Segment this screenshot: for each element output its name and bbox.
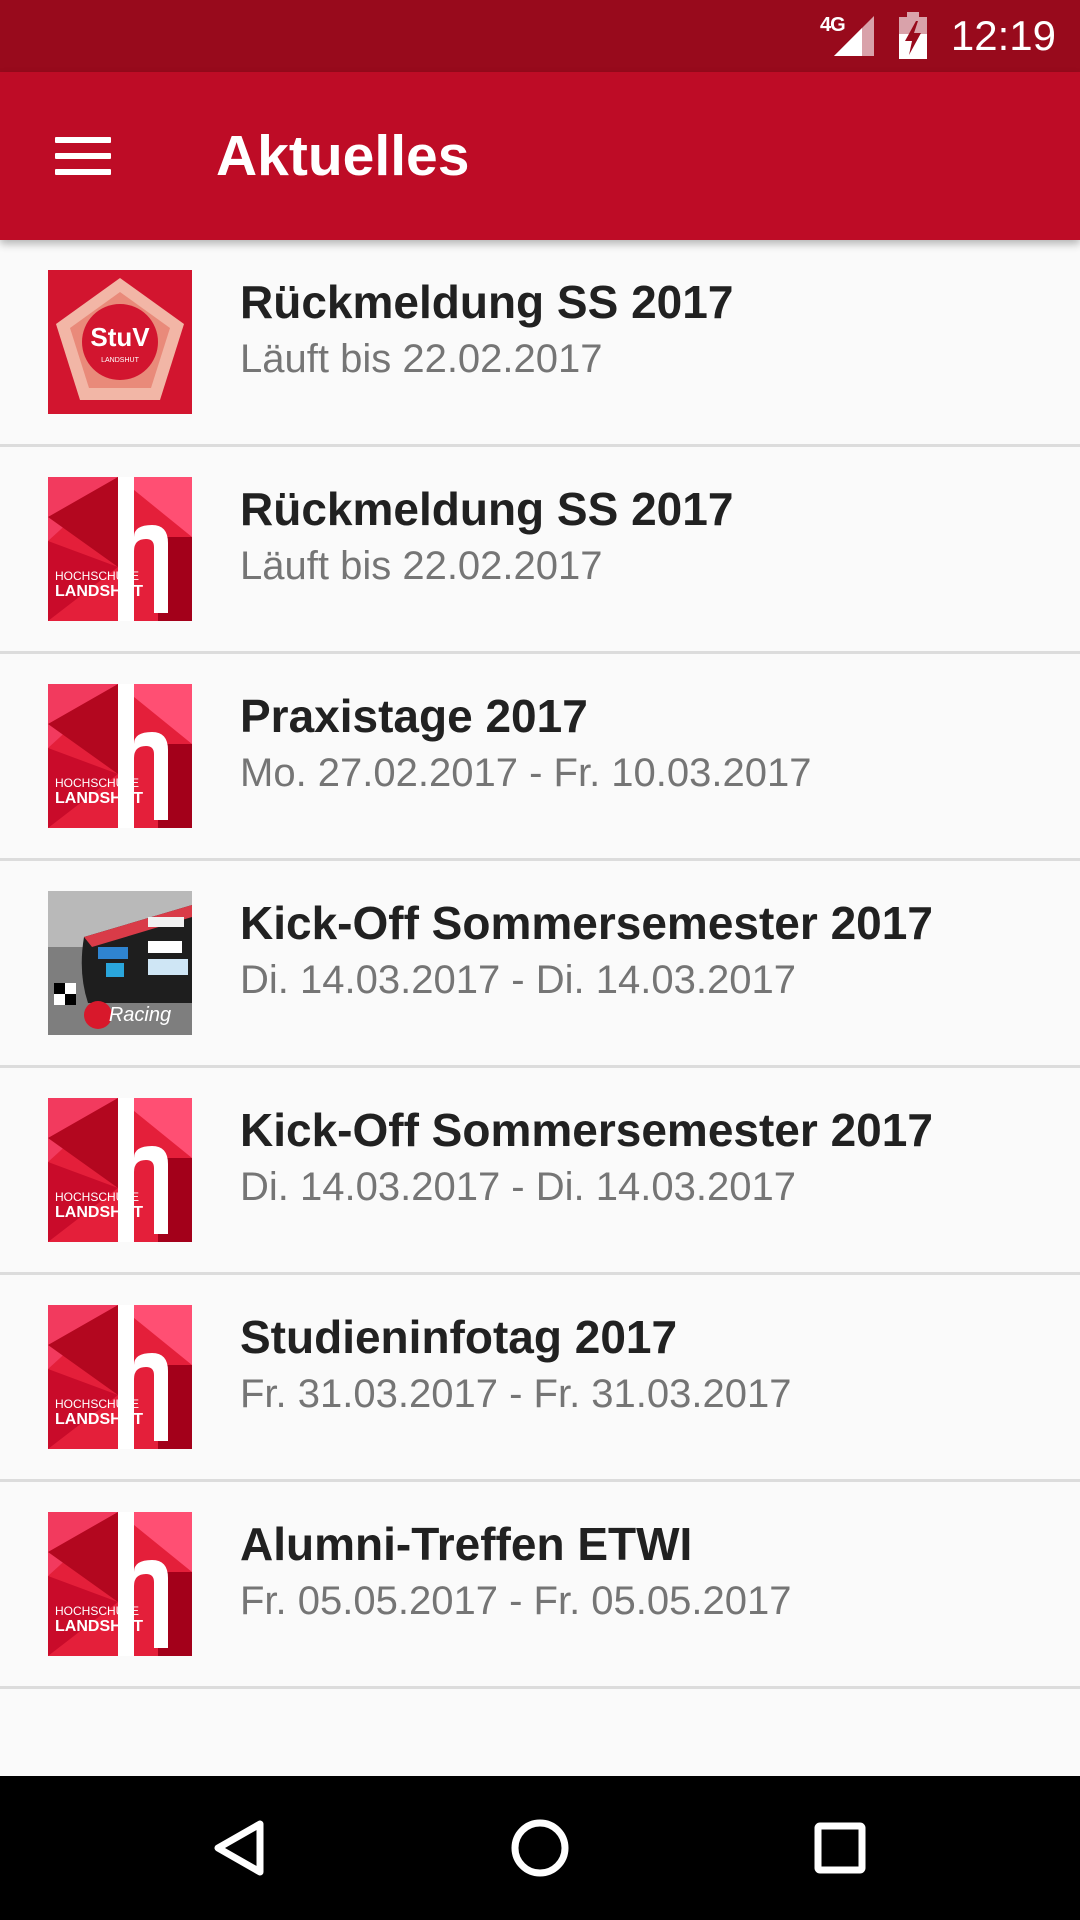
status-bar: 4G 12:19 — [0, 0, 1080, 72]
list-item[interactable]: StuV LANDSHUT Rückmeldung SS 2017 Läuft b… — [0, 240, 1080, 447]
recents-icon[interactable] — [790, 1798, 890, 1898]
item-subtitle: Läuft bis 22.02.2017 — [240, 544, 603, 588]
item-title: Alumni-Treffen ETWI — [240, 1518, 693, 1570]
item-subtitle: Di. 14.03.2017 - Di. 14.03.2017 — [240, 958, 796, 1002]
item-title: Praxistage 2017 — [240, 690, 588, 742]
svg-text:LANDSHUT: LANDSHUT — [55, 1618, 143, 1635]
svg-text:Racing: Racing — [109, 1004, 171, 1026]
item-title: Studieninfotag 2017 — [240, 1311, 678, 1363]
hochschule-landshut-logo: HOCHSCHULE LANDSHUT — [48, 1305, 192, 1449]
stuv-logo: StuV LANDSHUT — [48, 270, 192, 414]
item-subtitle: Fr. 05.05.2017 - Fr. 05.05.2017 — [240, 1579, 792, 1623]
list-item[interactable]: Racing Kick-Off Sommersemester 2017 Di. 1… — [0, 861, 1080, 1068]
svg-text:LANDSHUT: LANDSHUT — [55, 1204, 143, 1221]
list-item[interactable]: HOCHSCHULE LANDSHUT Studieninfotag 2017 F… — [0, 1275, 1080, 1482]
svg-text:LANDSHUT: LANDSHUT — [55, 790, 143, 807]
app-bar: Aktuelles — [0, 72, 1080, 240]
hochschule-landshut-logo: HOCHSCHULE LANDSHUT — [48, 1098, 192, 1242]
list-item[interactable]: HOCHSCHULE LANDSHUT Alumni-Treffen ETWI F… — [0, 1482, 1080, 1689]
hamburger-menu-icon[interactable] — [30, 102, 138, 210]
item-title: Kick-Off Sommersemester 2017 — [240, 1104, 933, 1156]
item-subtitle: Di. 14.03.2017 - Di. 14.03.2017 — [240, 1165, 796, 1209]
item-subtitle: Mo. 27.02.2017 - Fr. 10.03.2017 — [240, 751, 812, 795]
hochschule-landshut-logo: HOCHSCHULE LANDSHUT — [48, 1512, 192, 1656]
svg-text:LANDSHUT: LANDSHUT — [55, 583, 143, 600]
hochschule-landshut-logo: HOCHSCHULE LANDSHUT — [48, 684, 192, 828]
svg-text:HOCHSCHULE: HOCHSCHULE — [55, 1604, 139, 1618]
item-title: Rückmeldung SS 2017 — [240, 276, 734, 328]
svg-text:HOCHSCHULE: HOCHSCHULE — [55, 1397, 139, 1411]
item-subtitle: Fr. 31.03.2017 - Fr. 31.03.2017 — [240, 1372, 792, 1416]
svg-text:LANDSHUT: LANDSHUT — [55, 1411, 143, 1428]
svg-text:LANDSHUT: LANDSHUT — [101, 357, 139, 364]
svg-text:HOCHSCHULE: HOCHSCHULE — [55, 776, 139, 790]
system-navigation-bar — [0, 1776, 1080, 1920]
item-title: Kick-Off Sommersemester 2017 — [240, 897, 933, 949]
item-subtitle: Läuft bis 22.02.2017 — [240, 337, 603, 381]
svg-text:HOCHSCHULE: HOCHSCHULE — [55, 1190, 139, 1204]
svg-text:HOCHSCHULE: HOCHSCHULE — [55, 569, 139, 583]
list-item[interactable]: HOCHSCHULE LANDSHUT Praxistage 2017 Mo. 2… — [0, 654, 1080, 861]
item-title: Rückmeldung SS 2017 — [240, 483, 734, 535]
home-icon[interactable] — [490, 1798, 590, 1898]
page-title: Aktuelles — [216, 124, 470, 188]
list-item[interactable]: HOCHSCHULE LANDSHUT Kick-Off Sommersemes… — [0, 1068, 1080, 1275]
back-icon[interactable] — [190, 1798, 290, 1898]
svg-text:StuV: StuV — [90, 322, 150, 352]
screen: 4G 12:19 Aktuelles StuV LANDSHUT Rückmel… — [0, 0, 1080, 1920]
list-item[interactable]: HOCHSCHULE LANDSHUT Rückmeldung SS 2017 L… — [0, 447, 1080, 654]
clock: 12:19 — [950, 12, 1056, 59]
item-thumbnail-photo: Racing — [48, 891, 192, 1035]
hochschule-landshut-logo: HOCHSCHULE LANDSHUT — [48, 477, 192, 621]
battery-charging-icon — [899, 12, 927, 59]
news-list[interactable]: StuV LANDSHUT Rückmeldung SS 2017 Läuft b… — [0, 240, 1080, 1776]
network-type-label: 4G — [820, 14, 846, 36]
